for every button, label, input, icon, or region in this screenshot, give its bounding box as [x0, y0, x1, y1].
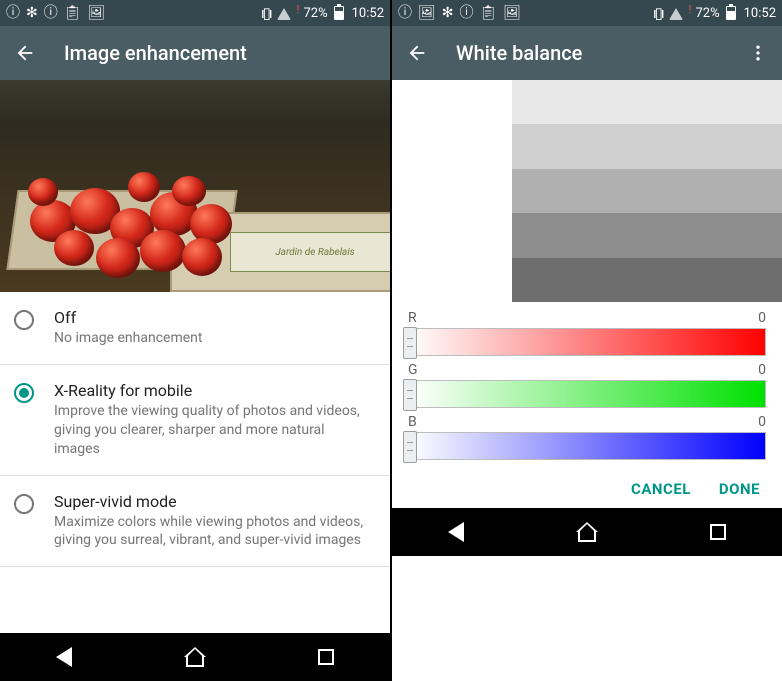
battery-alert-icon: !	[689, 4, 692, 15]
swatch	[512, 169, 782, 213]
grayscale-swatches	[512, 80, 782, 302]
app-bar: White balance	[392, 26, 782, 80]
nav-home-icon[interactable]	[576, 522, 598, 542]
more-icon[interactable]	[748, 43, 768, 63]
option-desc: No image enhancement	[54, 329, 372, 348]
rgb-sliders: R0G0B0	[392, 302, 782, 466]
radio-icon[interactable]	[14, 383, 34, 403]
battery-icon	[334, 6, 344, 20]
option-title: Super-vivid mode	[54, 492, 372, 511]
snowflake-icon: ✻	[26, 6, 38, 20]
slider-thumb[interactable]	[403, 379, 417, 411]
option-title: Off	[54, 308, 372, 327]
swatch	[512, 124, 782, 168]
vibrate-icon: ı▯ı	[653, 6, 663, 21]
slider-track[interactable]	[408, 380, 766, 408]
option-super-vivid-mode[interactable]: Super-vivid mode Maximize colors while vi…	[0, 476, 390, 568]
wifi-icon	[667, 6, 685, 20]
nav-bar	[392, 508, 782, 556]
channel-label: B	[408, 414, 417, 430]
option-desc: Improve the viewing quality of photos an…	[54, 402, 372, 459]
channel-label: R	[408, 310, 417, 326]
status-bar: ⓘ ✻ ⓘ 📋︎ 🖼︎ ı▯ı ! 72% 10:52	[0, 0, 390, 26]
nav-home-icon[interactable]	[184, 647, 206, 667]
radio-icon[interactable]	[14, 494, 34, 514]
option-title: X-Reality for mobile	[54, 381, 372, 400]
crate-label: Jardin de Rabelais	[230, 232, 390, 272]
slider-r: R0	[408, 310, 766, 356]
nav-recent-icon[interactable]	[710, 524, 726, 540]
option-off[interactable]: Off No image enhancement	[0, 292, 390, 365]
battery-percent: 72%	[695, 6, 719, 21]
clock: 10:52	[352, 6, 384, 21]
channel-value: 0	[758, 414, 766, 430]
wifi-icon	[275, 6, 293, 20]
image-icon: 🖼︎	[503, 6, 521, 20]
nav-recent-icon[interactable]	[318, 649, 334, 665]
app-bar: Image enhancement	[0, 26, 390, 80]
image-icon: 🖼︎	[88, 6, 106, 20]
nav-back-icon[interactable]	[56, 647, 72, 667]
slider-thumb[interactable]	[403, 327, 417, 359]
page-title: White balance	[456, 41, 582, 65]
clipboard-icon: 📋︎	[480, 6, 498, 20]
clipboard-icon: 📋︎	[64, 6, 82, 20]
vibrate-icon: ı▯ı	[261, 6, 271, 21]
radio-icon[interactable]	[14, 310, 34, 330]
info-icon: ⓘ	[6, 6, 20, 20]
info-icon: ⓘ	[398, 6, 412, 20]
done-button[interactable]: DONE	[719, 480, 760, 498]
status-bar: ⓘ 🖼︎ ✻ ⓘ 📋︎ 🖼︎ ı▯ı ! 72% 10:52	[392, 0, 782, 26]
swatch	[512, 258, 782, 302]
battery-alert-icon: !	[297, 4, 300, 15]
slider-b: B0	[408, 414, 766, 460]
channel-label: G	[408, 362, 418, 378]
info-icon: ⓘ	[460, 6, 474, 20]
battery-icon	[726, 6, 736, 20]
battery-percent: 72%	[303, 6, 327, 21]
slider-track[interactable]	[408, 432, 766, 460]
clock: 10:52	[744, 6, 776, 21]
image-icon: 🖼︎	[418, 6, 436, 20]
cancel-button[interactable]: CANCEL	[631, 480, 691, 498]
back-icon[interactable]	[14, 42, 36, 64]
enhancement-options: Off No image enhancement X-Reality for mob…	[0, 292, 390, 633]
screen-white-balance: ⓘ 🖼︎ ✻ ⓘ 📋︎ 🖼︎ ı▯ı ! 72% 10:52 White bal…	[392, 0, 782, 681]
slider-g: G0	[408, 362, 766, 408]
info-icon: ⓘ	[44, 6, 58, 20]
snowflake-icon: ✻	[442, 6, 454, 20]
swatch	[512, 80, 782, 124]
page-title: Image enhancement	[64, 41, 247, 65]
back-icon[interactable]	[406, 42, 428, 64]
nav-back-icon[interactable]	[448, 522, 464, 542]
slider-track[interactable]	[408, 328, 766, 356]
channel-value: 0	[758, 310, 766, 326]
option-x-reality-for-mobile[interactable]: X-Reality for mobile Improve the viewing …	[0, 365, 390, 476]
swatch	[512, 213, 782, 257]
slider-thumb[interactable]	[403, 431, 417, 463]
preview-image: Jardin de Rabelais	[0, 80, 390, 292]
option-desc: Maximize colors while viewing photos and…	[54, 513, 372, 551]
screen-image-enhancement: ⓘ ✻ ⓘ 📋︎ 🖼︎ ı▯ı ! 72% 10:52 Image enhanc…	[0, 0, 390, 681]
nav-bar	[0, 633, 390, 681]
dialog-actions: CANCEL DONE	[392, 466, 782, 508]
channel-value: 0	[758, 362, 766, 378]
